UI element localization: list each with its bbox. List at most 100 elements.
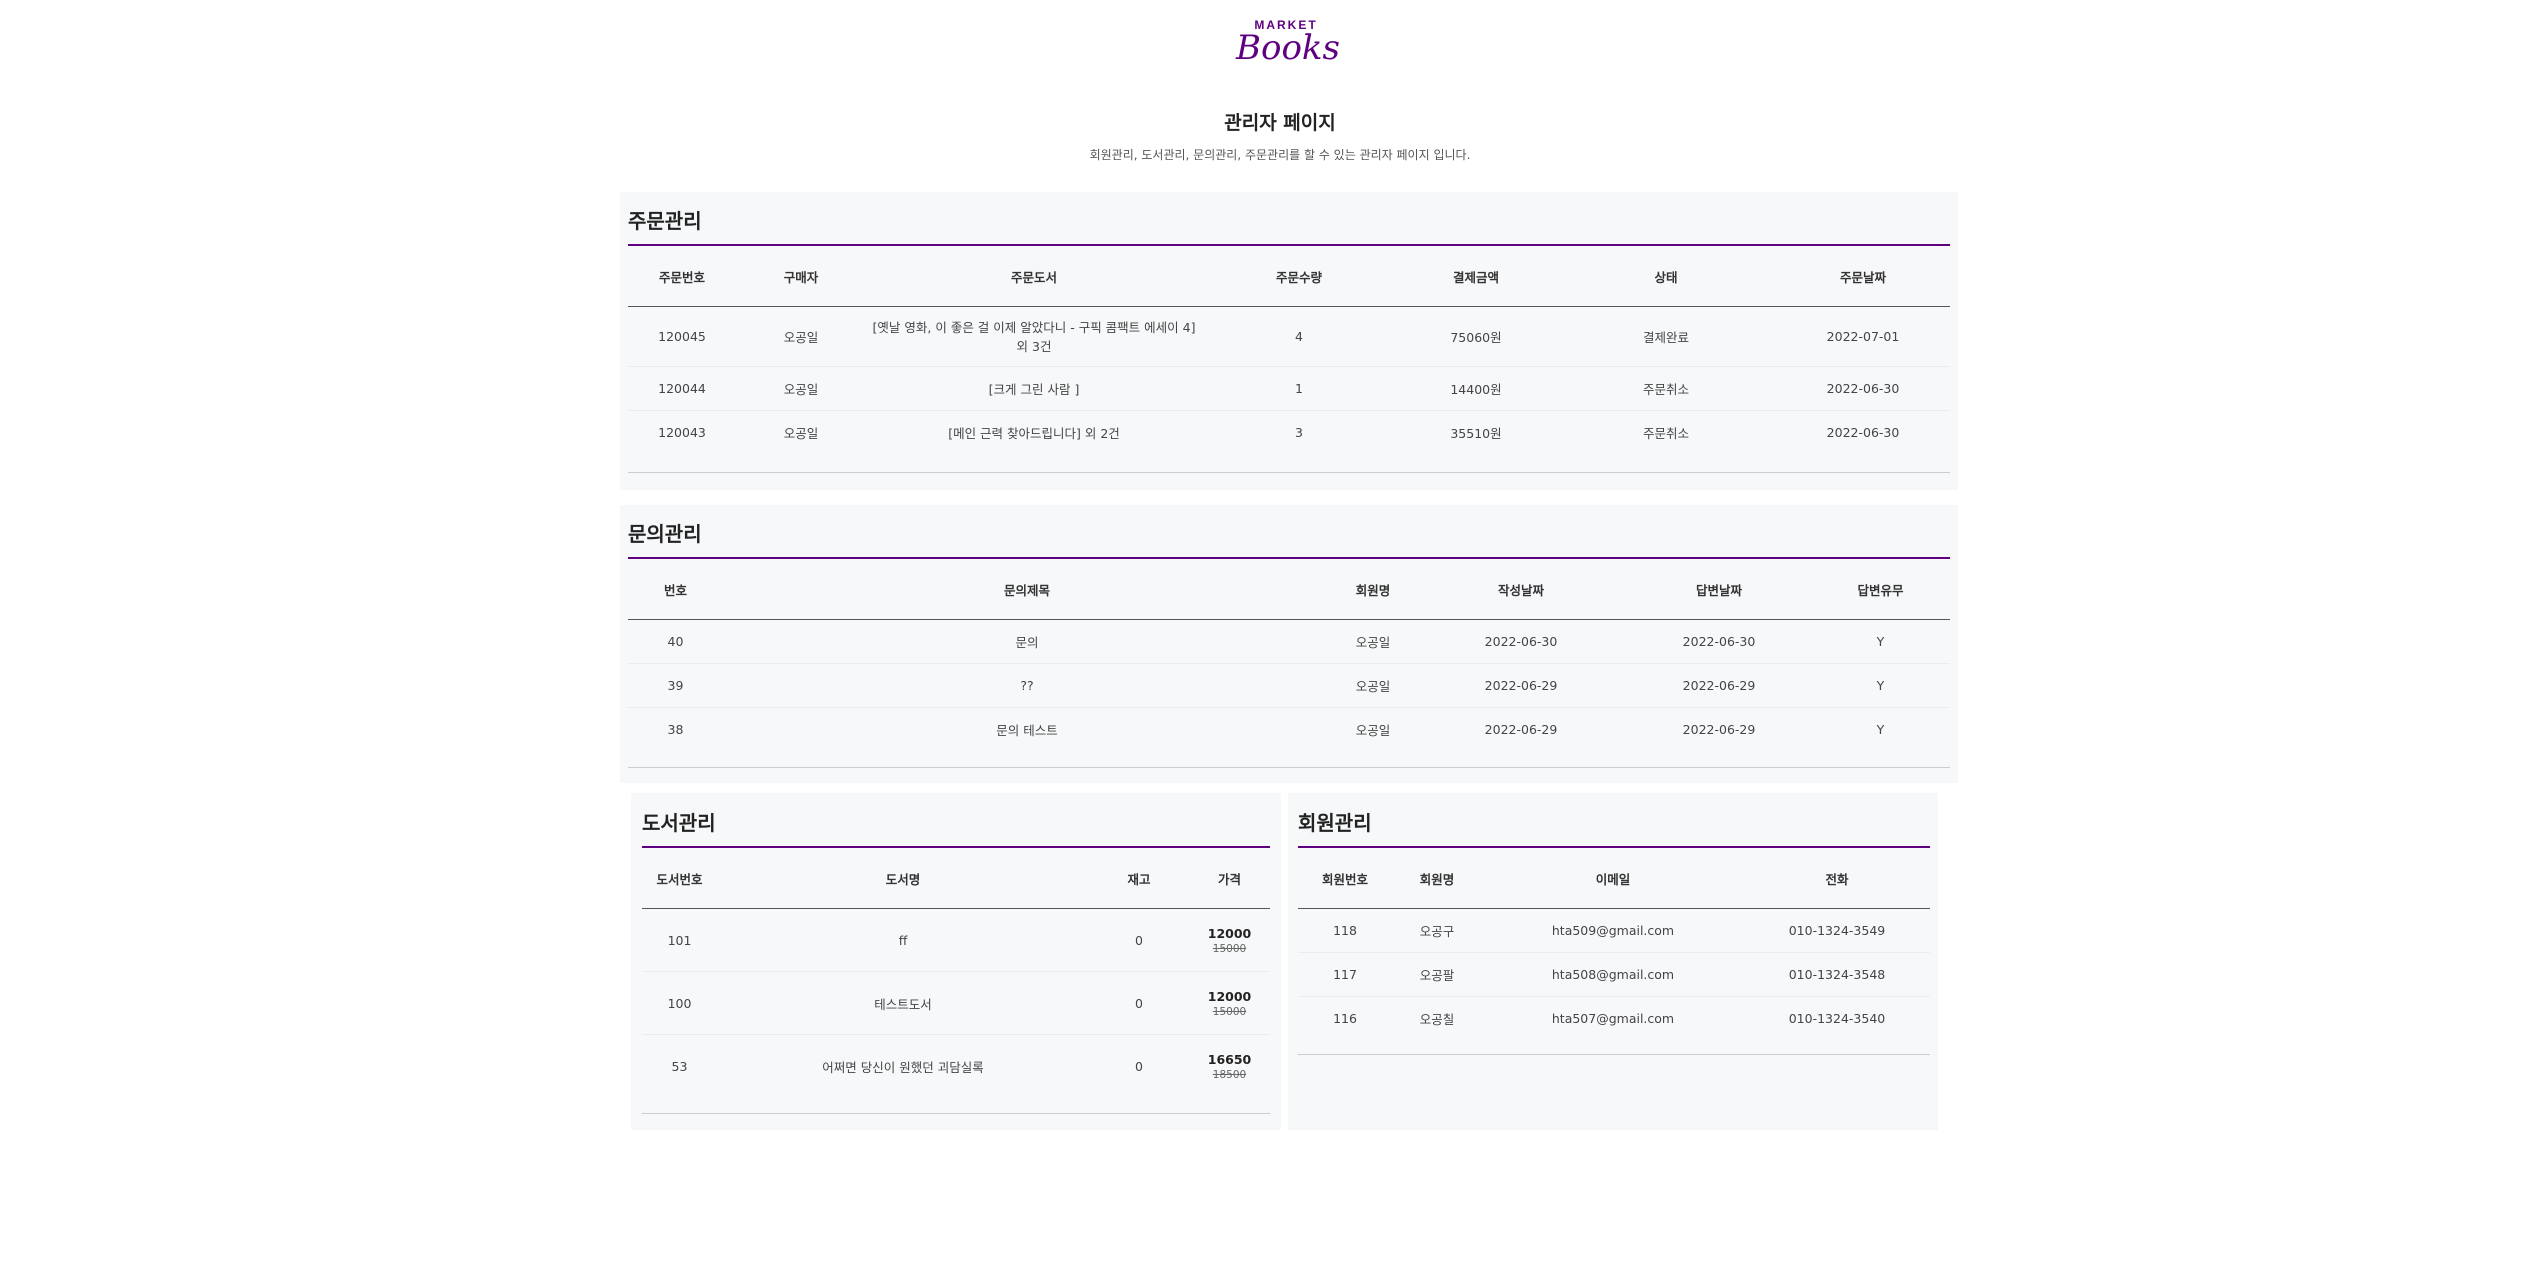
col-phone: 전화 <box>1744 846 1930 909</box>
table-row[interactable]: 100 테스트도서 0 12000 15000 <box>642 971 1270 1035</box>
payment-amount: 35510원 <box>1450 426 1502 442</box>
order-status: 결제완료 <box>1556 306 1776 367</box>
member-table: 회원번호 회원명 이메일 전화 118 오공구 hta509@gmail.com… <box>1298 846 1930 1041</box>
book-price: 12000 15000 <box>1189 908 1270 972</box>
written-date: 2022-06-30 <box>1415 619 1627 664</box>
book-name-link[interactable]: 어쩌면 당신이 원했던 괴담실록 <box>717 1035 1089 1098</box>
col-payment-amount: 결제금액 <box>1396 244 1556 307</box>
col-book-number: 도서번호 <box>642 846 717 909</box>
payment-amount: 14400원 <box>1396 366 1556 411</box>
member-name: 오공일 <box>1355 723 1391 739</box>
col-buyer: 구매자 <box>736 244 866 307</box>
order-table: 주문번호 구매자 주문도서 주문수량 결제금액 상태 주문날짜 120045 오… <box>628 244 1950 455</box>
order-book-title[interactable]: [옛날 영화, 이 좋은 걸 이제 알았다니 - 구픽 콤팩트 에세이 4] 외… <box>866 306 1202 367</box>
book-number: 100 <box>642 971 717 1035</box>
col-order-quantity: 주문수량 <box>1202 244 1396 307</box>
order-book-title[interactable]: [크게 그린 사람 ] <box>866 366 1202 411</box>
inquiry-title-link[interactable]: 문의 <box>723 619 1331 664</box>
sale-price: 12000 <box>1207 925 1252 941</box>
written-date: 2022-06-29 <box>1415 663 1627 708</box>
table-row[interactable]: 120043 오공일 [메인 근력 찾아드립니다] 외 2건 3 35510원 … <box>628 411 1950 455</box>
inquiry-table-header: 번호 문의제목 회원명 작성날짜 답변날짜 답변유무 <box>628 557 1950 620</box>
divider <box>642 1113 1270 1114</box>
inquiry-number: 40 <box>628 619 723 664</box>
order-management-panel: 주문관리 주문번호 구매자 주문도서 주문수량 결제금액 상태 주문날짜 120… <box>620 192 1958 490</box>
divider <box>628 472 1950 473</box>
buyer-name: 오공일 <box>736 366 866 411</box>
book-number: 53 <box>671 1058 688 1074</box>
answered-flag: Y <box>1876 722 1885 738</box>
member-phone: 010-1324-3549 <box>1744 908 1930 953</box>
answered-flag: Y <box>1811 663 1950 708</box>
order-number: 120043 <box>658 425 706 441</box>
member-email: hta508@gmail.com <box>1482 952 1744 997</box>
table-row[interactable]: 40 문의 오공일 2022-06-30 2022-06-30 Y <box>628 619 1950 664</box>
col-status: 상태 <box>1556 244 1776 307</box>
table-row[interactable]: 120045 오공일 [옛날 영화, 이 좋은 걸 이제 알았다니 - 구픽 콤… <box>628 306 1950 367</box>
table-row[interactable]: 39 ?? 오공일 2022-06-29 2022-06-29 Y <box>628 663 1950 708</box>
table-row[interactable]: 53 어쩌면 당신이 원했던 괴담실록 0 16650 18500 <box>642 1035 1270 1098</box>
inquiry-table: 번호 문의제목 회원명 작성날짜 답변날짜 답변유무 40 문의 오공일 202… <box>628 557 1950 752</box>
answer-date: 2022-06-29 <box>1627 663 1811 708</box>
member-email: hta507@gmail.com <box>1551 1011 1675 1027</box>
member-number: 116 <box>1333 1011 1357 1027</box>
member-management-panel: 회원관리 회원번호 회원명 이메일 전화 118 오공구 hta509@gmai… <box>1288 793 1938 1130</box>
logo-books-text: Books <box>1236 28 1340 68</box>
order-date: 2022-07-01 <box>1776 306 1950 367</box>
member-number: 118 <box>1298 908 1392 953</box>
book-management-panel: 도서관리 도서번호 도서명 재고 가격 101 ff 0 12000 15000 <box>631 793 1281 1130</box>
original-price: 15000 <box>1212 1005 1247 1018</box>
table-row[interactable]: 101 ff 0 12000 15000 <box>642 908 1270 972</box>
col-member-name: 회원명 <box>1392 846 1482 909</box>
original-price: 18500 <box>1212 1068 1247 1081</box>
member-table-header: 회원번호 회원명 이메일 전화 <box>1298 846 1930 909</box>
col-written-date: 작성날짜 <box>1415 557 1627 620</box>
col-inquiry-title: 문의제목 <box>723 557 1331 620</box>
col-book-name: 도서명 <box>717 846 1089 909</box>
book-price: 16650 18500 <box>1189 1035 1270 1098</box>
answer-date: 2022-06-30 <box>1627 619 1811 664</box>
sale-price: 12000 <box>1207 988 1252 1004</box>
book-management-title: 도서관리 <box>642 811 716 835</box>
member-name: 오공팔 <box>1392 952 1482 997</box>
book-price: 12000 15000 <box>1189 971 1270 1035</box>
col-answer-date: 답변날짜 <box>1627 557 1811 620</box>
member-name: 오공칠 <box>1419 1012 1455 1028</box>
inquiry-management-title: 문의관리 <box>628 522 702 546</box>
table-row[interactable]: 117 오공팔 hta508@gmail.com 010-1324-3548 <box>1298 952 1930 997</box>
book-name-link[interactable]: ff <box>717 908 1089 972</box>
member-name: 오공일 <box>1331 663 1415 708</box>
inquiry-management-panel: 문의관리 번호 문의제목 회원명 작성날짜 답변날짜 답변유무 40 문의 오공… <box>620 505 1958 783</box>
order-status: 주문취소 <box>1642 426 1689 442</box>
inquiry-number: 39 <box>628 663 723 708</box>
member-number: 117 <box>1298 952 1392 997</box>
order-number: 120045 <box>628 306 736 367</box>
table-row[interactable]: 116 오공칠 hta507@gmail.com 010-1324-3540 <box>1298 997 1930 1041</box>
member-email: hta509@gmail.com <box>1482 908 1744 953</box>
order-quantity: 1 <box>1202 366 1396 411</box>
order-number: 120044 <box>628 366 736 411</box>
market-books-logo[interactable]: MARKET Books <box>1236 18 1340 74</box>
written-date: 2022-06-29 <box>1484 722 1558 738</box>
buyer-name: 오공일 <box>736 306 866 367</box>
col-inquiry-number: 번호 <box>628 557 723 620</box>
book-number: 101 <box>642 908 717 972</box>
book-name-link[interactable]: 테스트도서 <box>717 971 1089 1035</box>
col-member-number: 회원번호 <box>1298 846 1392 909</box>
page-title: 관리자 페이지 <box>1224 112 1336 134</box>
inquiry-title-link[interactable]: 문의 테스트 <box>723 708 1331 752</box>
member-phone: 010-1324-3540 <box>1788 1011 1886 1027</box>
member-management-title: 회원관리 <box>1298 811 1372 835</box>
book-stock: 0 <box>1089 971 1189 1035</box>
payment-amount: 75060원 <box>1396 306 1556 367</box>
divider <box>628 767 1950 768</box>
order-book-title[interactable]: [메인 근력 찾아드립니다] 외 2건 <box>866 411 1202 455</box>
col-member-name: 회원명 <box>1331 557 1415 620</box>
page-description: 회원관리, 도서관리, 문의관리, 주문관리를 할 수 있는 관리자 페이지 입… <box>1089 148 1471 162</box>
divider <box>1298 1054 1930 1055</box>
inquiry-title-link[interactable]: ?? <box>723 663 1331 708</box>
col-stock: 재고 <box>1089 846 1189 909</box>
table-row[interactable]: 120044 오공일 [크게 그린 사람 ] 1 14400원 주문취소 202… <box>628 366 1950 411</box>
table-row[interactable]: 118 오공구 hta509@gmail.com 010-1324-3549 <box>1298 908 1930 953</box>
table-row[interactable]: 38 문의 테스트 오공일 2022-06-29 2022-06-29 Y <box>628 708 1950 752</box>
